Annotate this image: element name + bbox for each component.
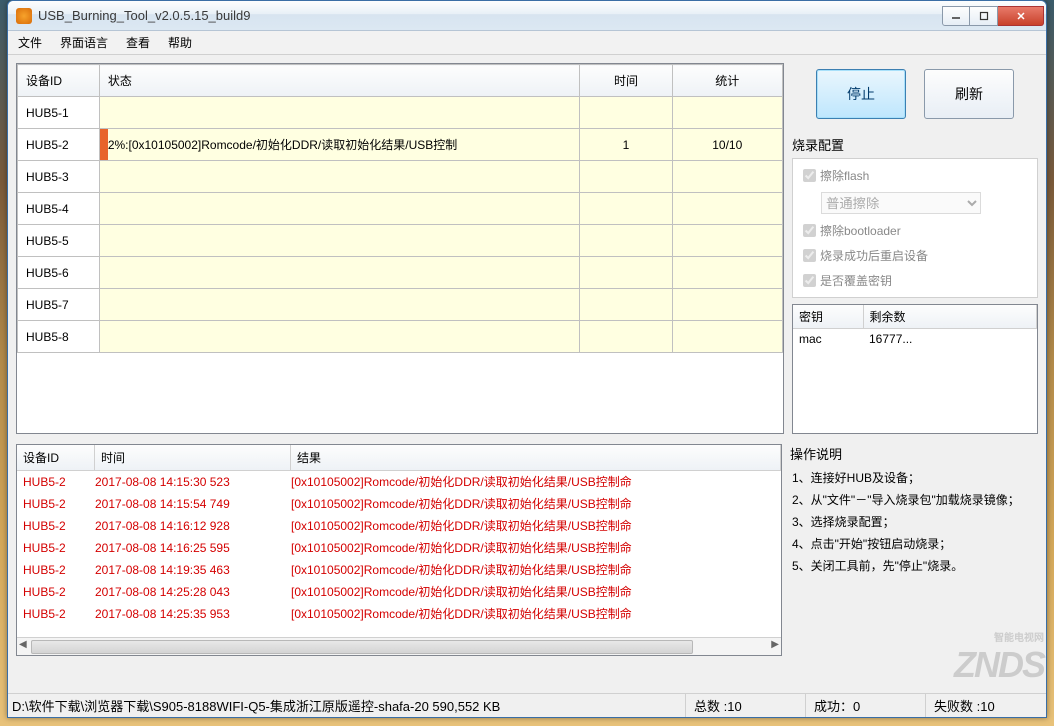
statusbar: D:\软件下载\浏览器下载\S905-8188WIFI-Q5-集成浙江原版遥控-… (8, 693, 1046, 717)
col-device-id[interactable]: 设备ID (18, 65, 100, 97)
col-count[interactable]: 统计 (672, 65, 782, 97)
menubar: 文件 界面语言 查看 帮助 (8, 31, 1046, 55)
device-row[interactable]: HUB5-5 (18, 225, 783, 257)
instructions-title: 操作说明 (790, 444, 1038, 463)
stop-button[interactable]: 停止 (816, 69, 906, 119)
col-status[interactable]: 状态 (99, 65, 580, 97)
log-row[interactable]: HUB5-22017-08-08 14:25:28 043[0x10105002… (17, 581, 781, 603)
instruction-item: 4、点击"开始"按钮启动烧录； (792, 533, 1038, 555)
log-row[interactable]: HUB5-22017-08-08 14:15:30 523[0x10105002… (17, 471, 781, 493)
log-row[interactable]: HUB5-22017-08-08 14:19:35 463[0x10105002… (17, 559, 781, 581)
col-time[interactable]: 时间 (580, 65, 672, 97)
refresh-button[interactable]: 刷新 (924, 69, 1014, 119)
device-table: 设备ID 状态 时间 统计 HUB5-1HUB5-22%:[0x10105002… (16, 63, 784, 434)
minimize-button[interactable] (942, 6, 970, 26)
window-controls (942, 6, 1044, 26)
erase-mode-select[interactable]: 普通擦除 (821, 192, 981, 214)
key-row[interactable]: mac 16777... (793, 329, 1037, 350)
device-row[interactable]: HUB5-1 (18, 97, 783, 129)
status-total: 总数 :10 (686, 694, 806, 717)
instruction-item: 1、连接好HUB及设备； (792, 467, 1038, 489)
titlebar[interactable]: USB_Burning_Tool_v2.0.5.15_build9 (8, 1, 1046, 31)
menu-language[interactable]: 界面语言 (60, 34, 108, 51)
app-window: USB_Burning_Tool_v2.0.5.15_build9 文件 界面语… (7, 0, 1047, 718)
log-col-time[interactable]: 时间 (95, 445, 291, 470)
overwrite-key-checkbox[interactable]: 是否覆盖密钥 (803, 272, 1027, 289)
instruction-item: 2、从"文件"－"导入烧录包"加载烧录镜像； (792, 489, 1038, 511)
log-row[interactable]: HUB5-22017-08-08 14:16:25 595[0x10105002… (17, 537, 781, 559)
reboot-after-checkbox[interactable]: 烧录成功后重启设备 (803, 247, 1027, 264)
log-row[interactable]: HUB5-22017-08-08 14:15:54 749[0x10105002… (17, 493, 781, 515)
key-table: 密钥 剩余数 mac 16777... (792, 304, 1038, 434)
device-row[interactable]: HUB5-22%:[0x10105002]Romcode/初始化DDR/读取初始… (18, 129, 783, 161)
device-row[interactable]: HUB5-6 (18, 257, 783, 289)
instruction-item: 3、选择烧录配置； (792, 511, 1038, 533)
instruction-item: 5、关闭工具前，先"停止"烧录。 (792, 555, 1038, 577)
burn-config: 烧录配置 擦除flash 普通擦除 擦除bootloader 烧录成功后重启设备… (792, 135, 1038, 298)
log-col-id[interactable]: 设备ID (17, 445, 95, 470)
maximize-button[interactable] (970, 6, 998, 26)
status-path: D:\软件下载\浏览器下载\S905-8188WIFI-Q5-集成浙江原版遥控-… (8, 694, 686, 717)
col-key[interactable]: 密钥 (793, 305, 863, 329)
status-fail: 失败数 :10 (926, 694, 1046, 717)
erase-flash-checkbox[interactable]: 擦除flash (803, 167, 1027, 184)
log-row[interactable]: HUB5-22017-08-08 14:16:12 928[0x10105002… (17, 515, 781, 537)
log-col-result[interactable]: 结果 (291, 445, 781, 470)
col-remain[interactable]: 剩余数 (863, 305, 1037, 329)
status-success: 成功：0 (806, 694, 926, 717)
menu-file[interactable]: 文件 (18, 34, 42, 51)
log-table: 设备ID 时间 结果 HUB5-22017-08-08 14:15:30 523… (16, 444, 782, 656)
close-button[interactable] (998, 6, 1044, 26)
menu-view[interactable]: 查看 (126, 34, 150, 51)
device-row[interactable]: HUB5-8 (18, 321, 783, 353)
erase-bootloader-checkbox[interactable]: 擦除bootloader (803, 222, 1027, 239)
window-title: USB_Burning_Tool_v2.0.5.15_build9 (38, 8, 942, 23)
log-row[interactable]: HUB5-22017-08-08 14:25:35 953[0x10105002… (17, 603, 781, 625)
workarea: 设备ID 状态 时间 统计 HUB5-1HUB5-22%:[0x10105002… (8, 55, 1046, 693)
device-row[interactable]: HUB5-7 (18, 289, 783, 321)
menu-help[interactable]: 帮助 (168, 34, 192, 51)
app-icon (16, 8, 32, 24)
device-row[interactable]: HUB5-3 (18, 161, 783, 193)
config-title: 烧录配置 (792, 135, 1038, 154)
device-row[interactable]: HUB5-4 (18, 193, 783, 225)
log-scrollbar[interactable]: ▶ (17, 637, 781, 655)
instructions: 操作说明 1、连接好HUB及设备；2、从"文件"－"导入烧录包"加载烧录镜像；3… (790, 444, 1038, 656)
